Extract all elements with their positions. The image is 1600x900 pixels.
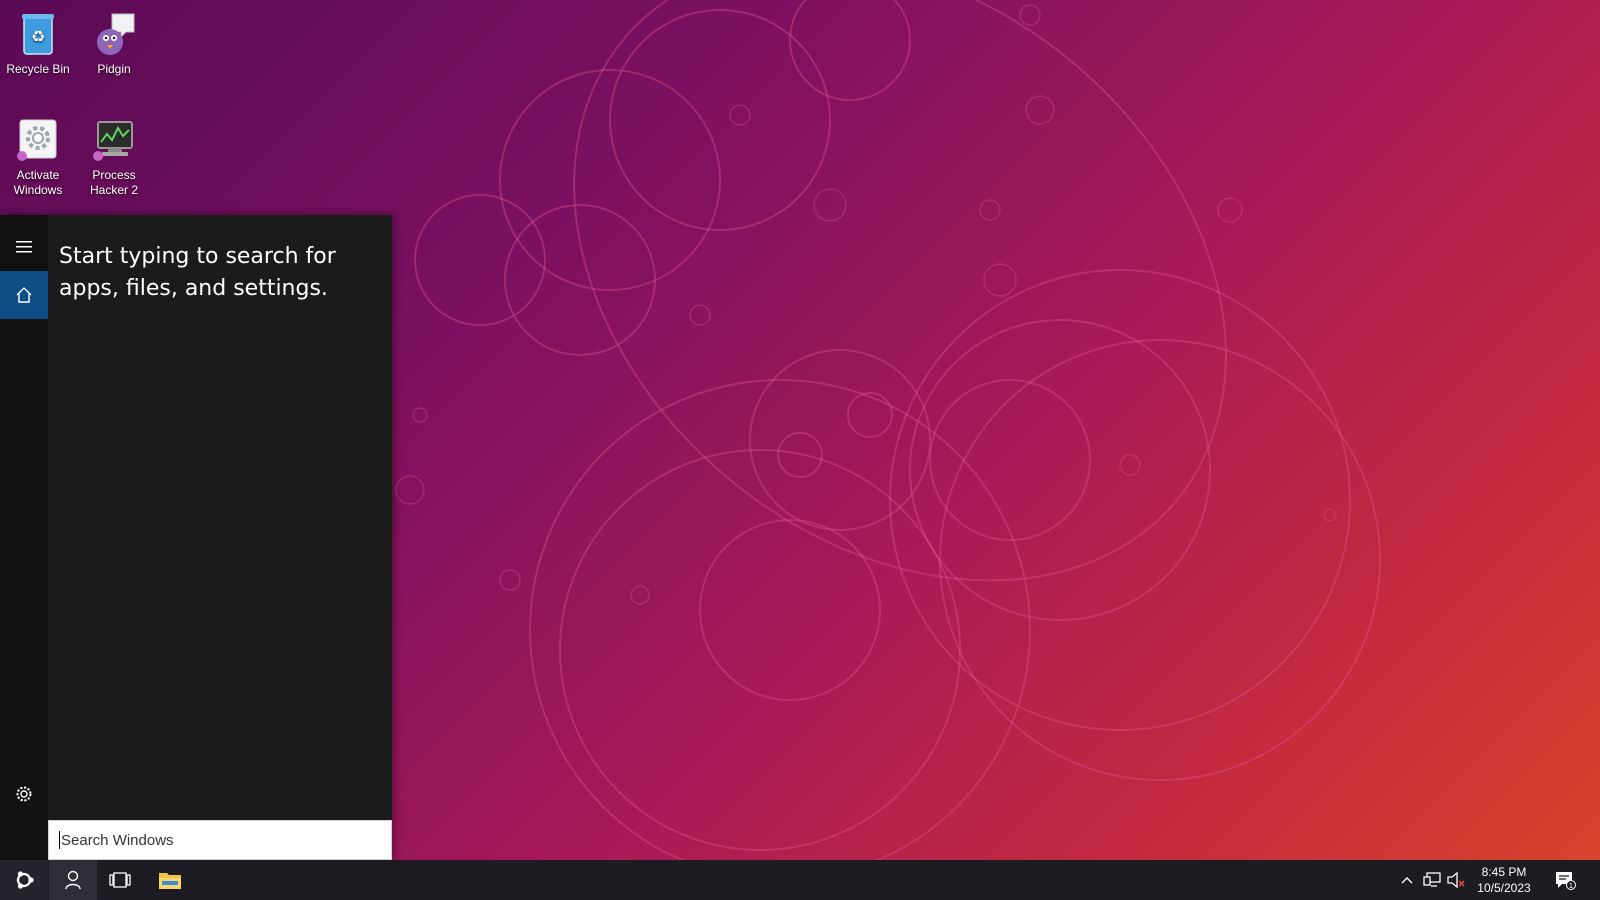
desktop-icon-label: Pidgin: [97, 62, 131, 76]
search-placeholder: Search Windows: [61, 831, 174, 849]
start-button[interactable]: [0, 860, 48, 900]
text-caret: [59, 831, 60, 849]
hamburger-menu-icon: [16, 241, 32, 253]
network-icon: [1423, 872, 1441, 887]
search-hint-text: Start typing to search for apps, files, …: [59, 244, 336, 301]
notification-center-button[interactable]: 1: [1550, 860, 1580, 900]
desktop-icon-pidgin[interactable]: Pidgin: [76, 4, 152, 77]
file-explorer-button[interactable]: [146, 860, 194, 900]
start-menu: Start typing to search for apps, files, …: [0, 215, 392, 860]
volume-button[interactable]: [1444, 860, 1468, 900]
home-button[interactable]: [0, 271, 48, 319]
network-button[interactable]: [1420, 860, 1444, 900]
search-button[interactable]: [49, 860, 97, 900]
chevron-up-icon: [1401, 877, 1413, 884]
desktop-icon-activate-windows[interactable]: Activate Windows: [0, 110, 76, 198]
tray-overflow-button[interactable]: [1396, 860, 1418, 900]
clock-date: 10/5/2023: [1477, 881, 1531, 895]
clock-time: 8:45 PM: [1481, 865, 1527, 879]
activate-windows-icon: [14, 116, 62, 164]
process-hacker-icon: [90, 116, 138, 164]
desktop-icon-label: Process Hacker 2: [89, 168, 139, 197]
notification-icon: 1: [1556, 872, 1576, 890]
desktop-icon-recycle-bin[interactable]: ♻ Recycle Bin: [0, 4, 76, 77]
desktop-icon-label: Recycle Bin: [6, 62, 70, 76]
search-input[interactable]: Search Windows: [48, 820, 392, 860]
home-icon: [16, 287, 32, 303]
clock[interactable]: 8:45 PM 10/5/2023: [1468, 864, 1540, 896]
notification-count: 1: [1569, 882, 1573, 890]
start-logo-icon: [16, 871, 34, 889]
volume-muted-icon: [1447, 872, 1465, 888]
task-view-button[interactable]: [96, 860, 144, 900]
hamburger-menu-button[interactable]: [0, 223, 48, 271]
desktop-icon-label: Activate Windows: [13, 168, 63, 197]
task-view-icon: [109, 872, 131, 888]
start-menu-rail: [0, 215, 48, 860]
settings-button[interactable]: [0, 770, 48, 818]
folder-icon: [159, 873, 181, 889]
desktop-icon-process-hacker[interactable]: Process Hacker 2: [76, 110, 152, 198]
search-person-icon: [65, 870, 81, 890]
pidgin-icon: [90, 10, 138, 58]
svg-text:♻: ♻: [31, 27, 45, 46]
gear-icon: [16, 786, 32, 802]
recycle-bin-icon: ♻: [14, 10, 62, 58]
taskbar: 8:45 PM 10/5/2023 1: [0, 860, 1600, 900]
